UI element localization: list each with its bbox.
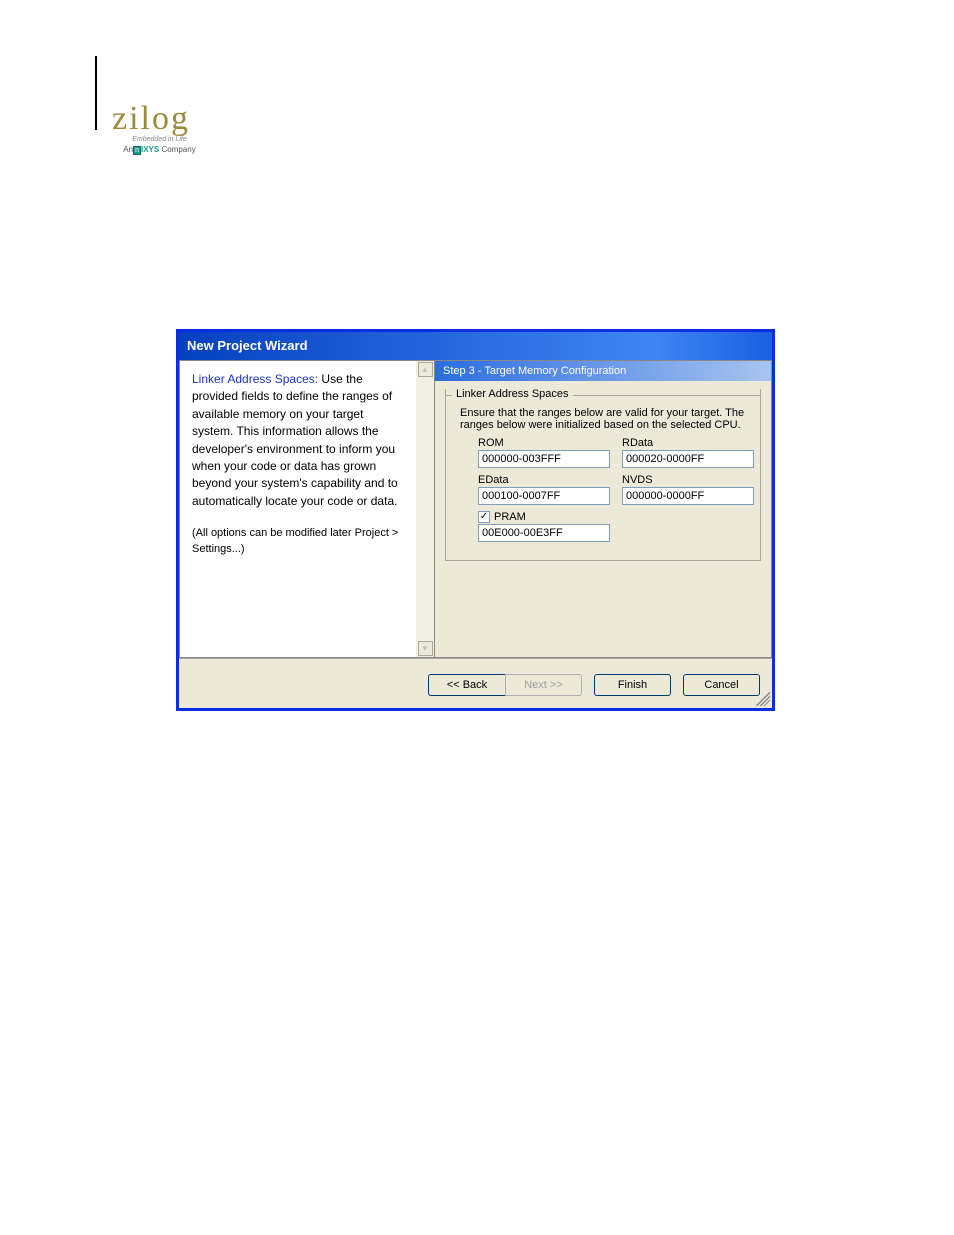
scroll-up-icon[interactable]: ▲ [418,362,433,377]
window-titlebar: New Project Wizard [179,332,772,360]
logo-brand: zilog [112,100,207,138]
rdata-field-block: RData [622,437,754,468]
resize-grip-icon[interactable] [756,692,770,706]
fields-grid: ROM RData EData NVDS [456,437,750,546]
pram-label-row: ✓ PRAM [478,511,610,523]
pram-checkbox[interactable]: ✓ [478,511,490,523]
step-header: Step 3 - Target Memory Configuration [435,361,771,381]
scroll-down-icon[interactable]: ▼ [418,641,433,656]
group-legend: Linker Address Spaces [452,388,573,400]
pram-label: PRAM [494,511,526,523]
logo-sub-brand: IXYS [141,145,159,154]
edata-field-block: EData [478,474,610,505]
edata-input[interactable] [478,487,610,505]
rdata-label: RData [622,437,754,449]
linker-group: Linker Address Spaces Ensure that the ra… [445,389,761,561]
config-pane: Step 3 - Target Memory Configuration Lin… [434,360,772,658]
wizard-window: New Project Wizard Linker Address Spaces… [176,329,775,711]
wizard-footer: << Back Next >> Finish Cancel [179,658,772,710]
info-lead: Linker Address Spaces: [192,372,318,386]
finish-button[interactable]: Finish [594,674,671,696]
nvds-label: NVDS [622,474,754,486]
info-pane: Linker Address Spaces: Use the provided … [179,360,416,658]
wizard-body: Linker Address Spaces: Use the provided … [179,360,772,658]
edata-label: EData [478,474,610,486]
pram-field-block: ✓ PRAM [478,511,610,542]
nvds-field-block: NVDS [622,474,754,505]
logo-subline: AnnIXYS Company [112,145,207,155]
back-button[interactable]: << Back [428,674,505,696]
logo-sub-prefix: An [123,145,133,154]
logo-sub-box: n [133,146,141,155]
info-footnote: (All options can be modified later Proje… [192,526,404,558]
next-button: Next >> [505,674,582,696]
cancel-button[interactable]: Cancel [683,674,760,696]
page-vertical-rule [95,56,97,130]
info-text: Linker Address Spaces: Use the provided … [192,371,404,510]
rom-field-block: ROM [478,437,610,468]
logo-block: zilog Embedded in Life AnnIXYS Company [112,100,207,155]
logo-sub-suffix: Company [161,145,195,154]
info-scrollbar[interactable]: ▲ ▼ [416,360,434,658]
rom-label: ROM [478,437,610,449]
pram-input[interactable] [478,524,610,542]
info-body: Use the provided fields to define the ra… [192,372,398,508]
rdata-input[interactable] [622,450,754,468]
group-description: Ensure that the ranges below are valid f… [456,407,750,431]
rom-input[interactable] [478,450,610,468]
nav-button-pair: << Back Next >> [428,674,582,696]
nvds-input[interactable] [622,487,754,505]
